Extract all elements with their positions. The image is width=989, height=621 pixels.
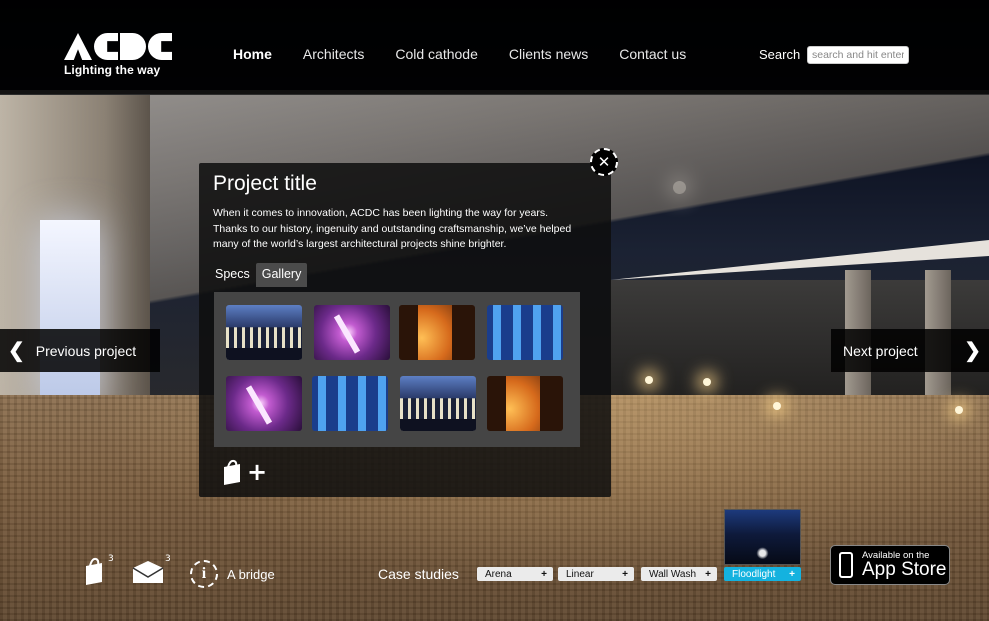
nav-cold-cathode[interactable]: Cold cathode — [395, 46, 478, 62]
plus-icon: + — [622, 568, 628, 580]
mail-count: 3 — [165, 554, 171, 564]
search-input[interactable] — [807, 46, 909, 64]
tray-icon — [224, 459, 240, 485]
app-store-text: Available on the App Store — [862, 551, 947, 580]
tab-specs[interactable]: Specs — [209, 263, 256, 287]
gallery-thumb[interactable] — [487, 376, 563, 431]
floor-lamp — [703, 378, 711, 386]
nav-home[interactable]: Home — [233, 46, 272, 62]
case-chip-floodlight[interactable]: Floodlight + — [724, 567, 801, 581]
nav-contact-us[interactable]: Contact us — [619, 46, 686, 62]
chip-label: Wall Wash — [649, 568, 697, 580]
floor-lamp — [955, 406, 963, 414]
iphone-icon — [839, 552, 853, 578]
case-chip-linear[interactable]: Linear + — [558, 567, 634, 581]
app-store-big: App Store — [862, 559, 947, 581]
chip-label: Arena — [485, 568, 512, 580]
tab-gallery[interactable]: Gallery — [255, 263, 308, 287]
plus-icon: + — [247, 458, 268, 486]
envelope-icon — [132, 561, 164, 583]
gallery-thumb[interactable] — [226, 376, 302, 431]
plus-icon: + — [705, 568, 711, 580]
gallery-grid — [214, 292, 580, 447]
main-nav: Home Architects Cold cathode Clients new… — [233, 46, 717, 62]
panel-tabs: Specs Gallery — [209, 263, 308, 287]
plus-icon: + — [789, 568, 795, 580]
next-project-button[interactable]: Next project ❯ — [831, 329, 989, 372]
mail-button[interactable] — [132, 560, 164, 588]
case-chip-arena[interactable]: Arena + — [477, 567, 553, 581]
floor-lamp — [645, 376, 653, 384]
plus-icon: + — [541, 568, 547, 580]
gallery-thumb[interactable] — [312, 376, 388, 431]
gallery-thumb[interactable] — [399, 305, 475, 360]
shopping-bag-icon — [86, 557, 102, 585]
floor-lamp — [773, 402, 781, 410]
add-to-tray-button[interactable]: + — [221, 458, 267, 486]
previous-project-button[interactable]: ❮ Previous project — [0, 329, 160, 372]
tray-button[interactable] — [84, 556, 106, 590]
gallery-thumb[interactable] — [487, 305, 563, 360]
previous-project-label: Previous project — [35, 342, 137, 359]
gallery-thumb[interactable] — [400, 376, 476, 431]
tray-count: 3 — [108, 554, 114, 564]
chip-label: Linear — [566, 568, 594, 580]
info-label: A bridge — [227, 567, 275, 582]
case-studies-label: Case studies — [378, 566, 459, 582]
logo-mark — [64, 33, 172, 60]
search-label: Search — [759, 47, 801, 62]
left-glow — [40, 220, 100, 410]
nav-clients-news[interactable]: Clients news — [509, 46, 588, 62]
info-icon[interactable]: i — [190, 560, 218, 588]
gallery-thumb[interactable] — [226, 305, 302, 360]
project-description: When it comes to innovation, ACDC has be… — [213, 207, 572, 250]
next-project-label: Next project — [843, 342, 918, 359]
acdc-logo[interactable]: Lighting the way — [64, 33, 172, 77]
gallery-thumb[interactable] — [314, 305, 390, 360]
case-chip-wall-wash[interactable]: Wall Wash + — [641, 567, 717, 581]
floodlight-preview-thumb[interactable] — [724, 509, 801, 565]
chevron-right-icon: ❯ — [964, 340, 981, 362]
close-icon[interactable]: ✕ — [590, 148, 618, 176]
project-title: Project title — [213, 172, 317, 195]
app-store-badge[interactable]: Available on the App Store — [830, 545, 950, 585]
nav-architects[interactable]: Architects — [303, 46, 364, 62]
header-bar: Lighting the way Home Architects Cold ca… — [0, 0, 989, 95]
logo-tagline: Lighting the way — [64, 63, 161, 77]
chip-label: Floodlight — [732, 568, 776, 580]
project-panel: Project title When it comes to innovatio… — [199, 163, 611, 497]
chevron-left-icon: ❮ — [8, 340, 25, 362]
